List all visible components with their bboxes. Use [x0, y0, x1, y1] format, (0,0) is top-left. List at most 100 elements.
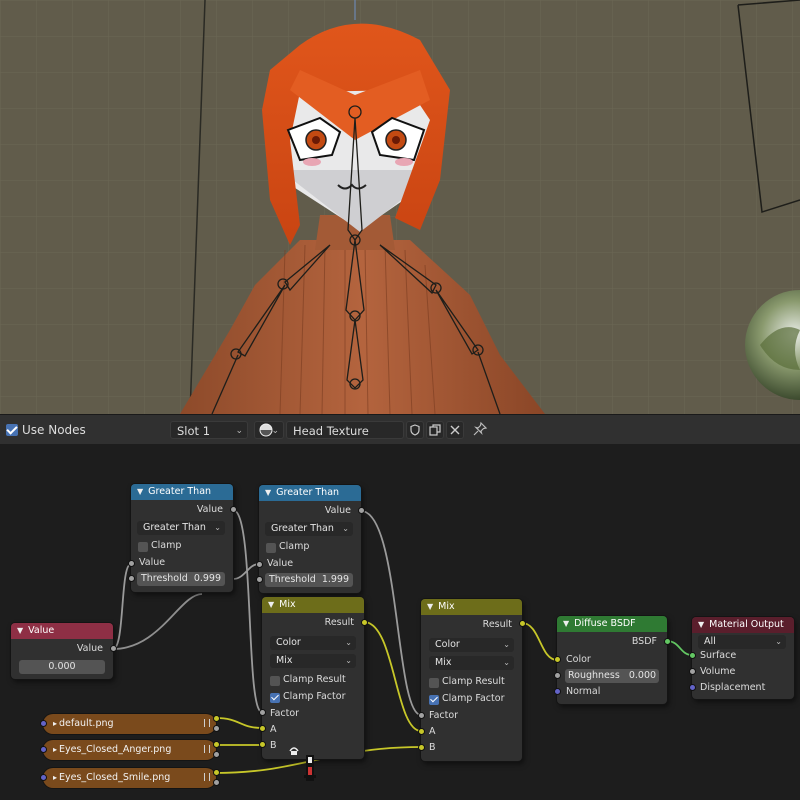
- input-normal-label: Normal: [566, 686, 601, 697]
- input-socket[interactable]: [418, 712, 425, 719]
- image-name: Eyes_Closed_Anger.png: [59, 744, 172, 755]
- output-socket[interactable]: [213, 779, 220, 786]
- input-socket[interactable]: [128, 560, 135, 567]
- input-socket[interactable]: [128, 575, 135, 582]
- input-b-label: B: [270, 740, 277, 751]
- blend-mode-dropdown[interactable]: Mix ⌄: [270, 654, 356, 668]
- input-socket[interactable]: [689, 684, 696, 691]
- operation-dropdown[interactable]: Greater Than ⌄: [265, 522, 353, 536]
- clamp-checkbox[interactable]: [138, 542, 148, 552]
- unlink-material-button[interactable]: [446, 421, 464, 439]
- node-header[interactable]: ▼ Value: [11, 623, 113, 639]
- clamp-checkbox[interactable]: [266, 543, 276, 553]
- input-socket[interactable]: [554, 656, 561, 663]
- greater-than-node-2[interactable]: ▼ Greater Than Value Greater Than ⌄ Clamp …: [259, 485, 361, 593]
- chevron-down-icon: ▼: [698, 620, 705, 629]
- input-value-label: Value: [139, 557, 166, 568]
- input-socket[interactable]: [256, 576, 263, 583]
- output-socket[interactable]: [213, 715, 220, 722]
- input-socket[interactable]: [554, 672, 561, 679]
- chevron-down-icon: ▼: [137, 487, 144, 496]
- input-surface-label: Surface: [700, 650, 737, 661]
- node-header[interactable]: ▼ Greater Than: [259, 485, 361, 501]
- output-label: Result: [324, 617, 354, 628]
- data-type-dropdown[interactable]: Color ⌄: [429, 638, 514, 652]
- input-socket[interactable]: [256, 561, 263, 568]
- greater-than-node-1[interactable]: ▼ Greater Than Value Greater Than ⌄ Clamp …: [131, 484, 233, 592]
- output-socket[interactable]: [213, 725, 220, 732]
- duplicate-material-button[interactable]: [426, 421, 444, 439]
- node-title: Diffuse BSDF: [574, 618, 636, 629]
- 3d-viewport[interactable]: [0, 0, 800, 414]
- diffuse-bsdf-node[interactable]: ▼ Diffuse BSDF BSDF Color Roughness 0.000…: [557, 616, 667, 704]
- input-socket[interactable]: [418, 728, 425, 735]
- mix-node-1[interactable]: ▼ Mix Result Color ⌄ Mix ⌄ Clamp Result Cla…: [262, 597, 364, 759]
- input-factor-label: Factor: [429, 710, 459, 721]
- material-name: Head Texture: [293, 424, 369, 438]
- output-socket[interactable]: [358, 507, 365, 514]
- node-header[interactable]: ▼ Material Output: [692, 617, 794, 633]
- close-icon: [450, 425, 460, 435]
- node-editor-canvas[interactable]: ▼ Greater Than Value Greater Than ⌄ Clamp …: [0, 444, 800, 800]
- data-type-value: Color: [276, 637, 301, 648]
- roughness-field[interactable]: Roughness 0.000: [565, 669, 659, 683]
- slot-dropdown[interactable]: Slot 1 ⌄: [170, 421, 248, 439]
- material-browse-button[interactable]: ⌄: [254, 421, 284, 439]
- node-title: Greater Than: [276, 487, 340, 498]
- operation-value: Greater Than: [143, 522, 206, 533]
- image-name: Eyes_Closed_Smile.png: [59, 772, 171, 783]
- node-header[interactable]: ▼ Mix: [262, 597, 364, 613]
- roughness-value: 0.000: [628, 670, 657, 681]
- clamp-factor-checkbox[interactable]: [429, 695, 439, 705]
- output-socket[interactable]: [213, 769, 220, 776]
- output-socket[interactable]: [213, 741, 220, 748]
- threshold-field[interactable]: Threshold 1.999: [265, 573, 353, 587]
- material-name-field[interactable]: Head Texture: [286, 421, 404, 439]
- data-type-dropdown[interactable]: Color ⌄: [270, 636, 356, 650]
- target-dropdown[interactable]: All ⌄: [698, 635, 786, 649]
- threshold-field[interactable]: Threshold 0.999: [137, 572, 225, 586]
- roughness-label: Roughness: [567, 670, 620, 681]
- node-header[interactable]: ▼ Diffuse BSDF: [557, 616, 667, 632]
- image-texture-node-default[interactable]: ▸ default.png: [43, 714, 216, 734]
- input-socket[interactable]: [689, 668, 696, 675]
- output-socket[interactable]: [664, 638, 671, 645]
- clamp-result-checkbox[interactable]: [270, 676, 280, 686]
- material-output-node[interactable]: ▼ Material Output All ⌄ Surface Volume Dis…: [692, 617, 794, 699]
- value-node[interactable]: ▼ Value Value 0.000: [11, 623, 113, 679]
- use-nodes-checkbox[interactable]: [6, 424, 18, 436]
- input-socket[interactable]: [554, 688, 561, 695]
- value-field[interactable]: 0.000: [19, 660, 105, 674]
- blend-mode-dropdown[interactable]: Mix ⌄: [429, 656, 514, 670]
- clamp-label: Clamp: [151, 540, 182, 551]
- input-socket[interactable]: [259, 709, 266, 716]
- operation-dropdown[interactable]: Greater Than ⌄: [137, 521, 225, 535]
- chevron-down-icon: ⌄: [214, 523, 221, 532]
- output-socket[interactable]: [213, 751, 220, 758]
- node-header[interactable]: ▼ Greater Than: [131, 484, 233, 500]
- input-socket[interactable]: [689, 652, 696, 659]
- node-title: Mix: [279, 599, 296, 610]
- input-socket[interactable]: [259, 725, 266, 732]
- clamp-factor-checkbox[interactable]: [270, 693, 280, 703]
- output-socket[interactable]: [519, 620, 526, 627]
- input-socket[interactable]: [259, 741, 266, 748]
- output-label: Value: [76, 643, 103, 654]
- node-header[interactable]: ▼ Mix: [421, 599, 522, 615]
- output-socket[interactable]: [361, 619, 368, 626]
- clamp-result-label: Clamp Result: [442, 676, 505, 687]
- pin-button[interactable]: [472, 421, 490, 439]
- output-socket[interactable]: [110, 645, 117, 652]
- clamp-result-checkbox[interactable]: [429, 678, 439, 688]
- viewport-scene: [0, 0, 800, 414]
- target-value: All: [704, 636, 716, 647]
- input-socket[interactable]: [40, 746, 47, 753]
- image-texture-node-smile[interactable]: ▸ Eyes_Closed_Smile.png: [43, 768, 216, 788]
- input-socket[interactable]: [418, 744, 425, 751]
- output-socket[interactable]: [230, 506, 237, 513]
- fake-user-button[interactable]: [406, 421, 424, 439]
- input-socket[interactable]: [40, 720, 47, 727]
- image-texture-node-anger[interactable]: ▸ Eyes_Closed_Anger.png: [43, 740, 216, 760]
- mix-node-2[interactable]: ▼ Mix Result Color ⌄ Mix ⌄ Clamp Result Cla…: [421, 599, 522, 761]
- input-socket[interactable]: [40, 774, 47, 781]
